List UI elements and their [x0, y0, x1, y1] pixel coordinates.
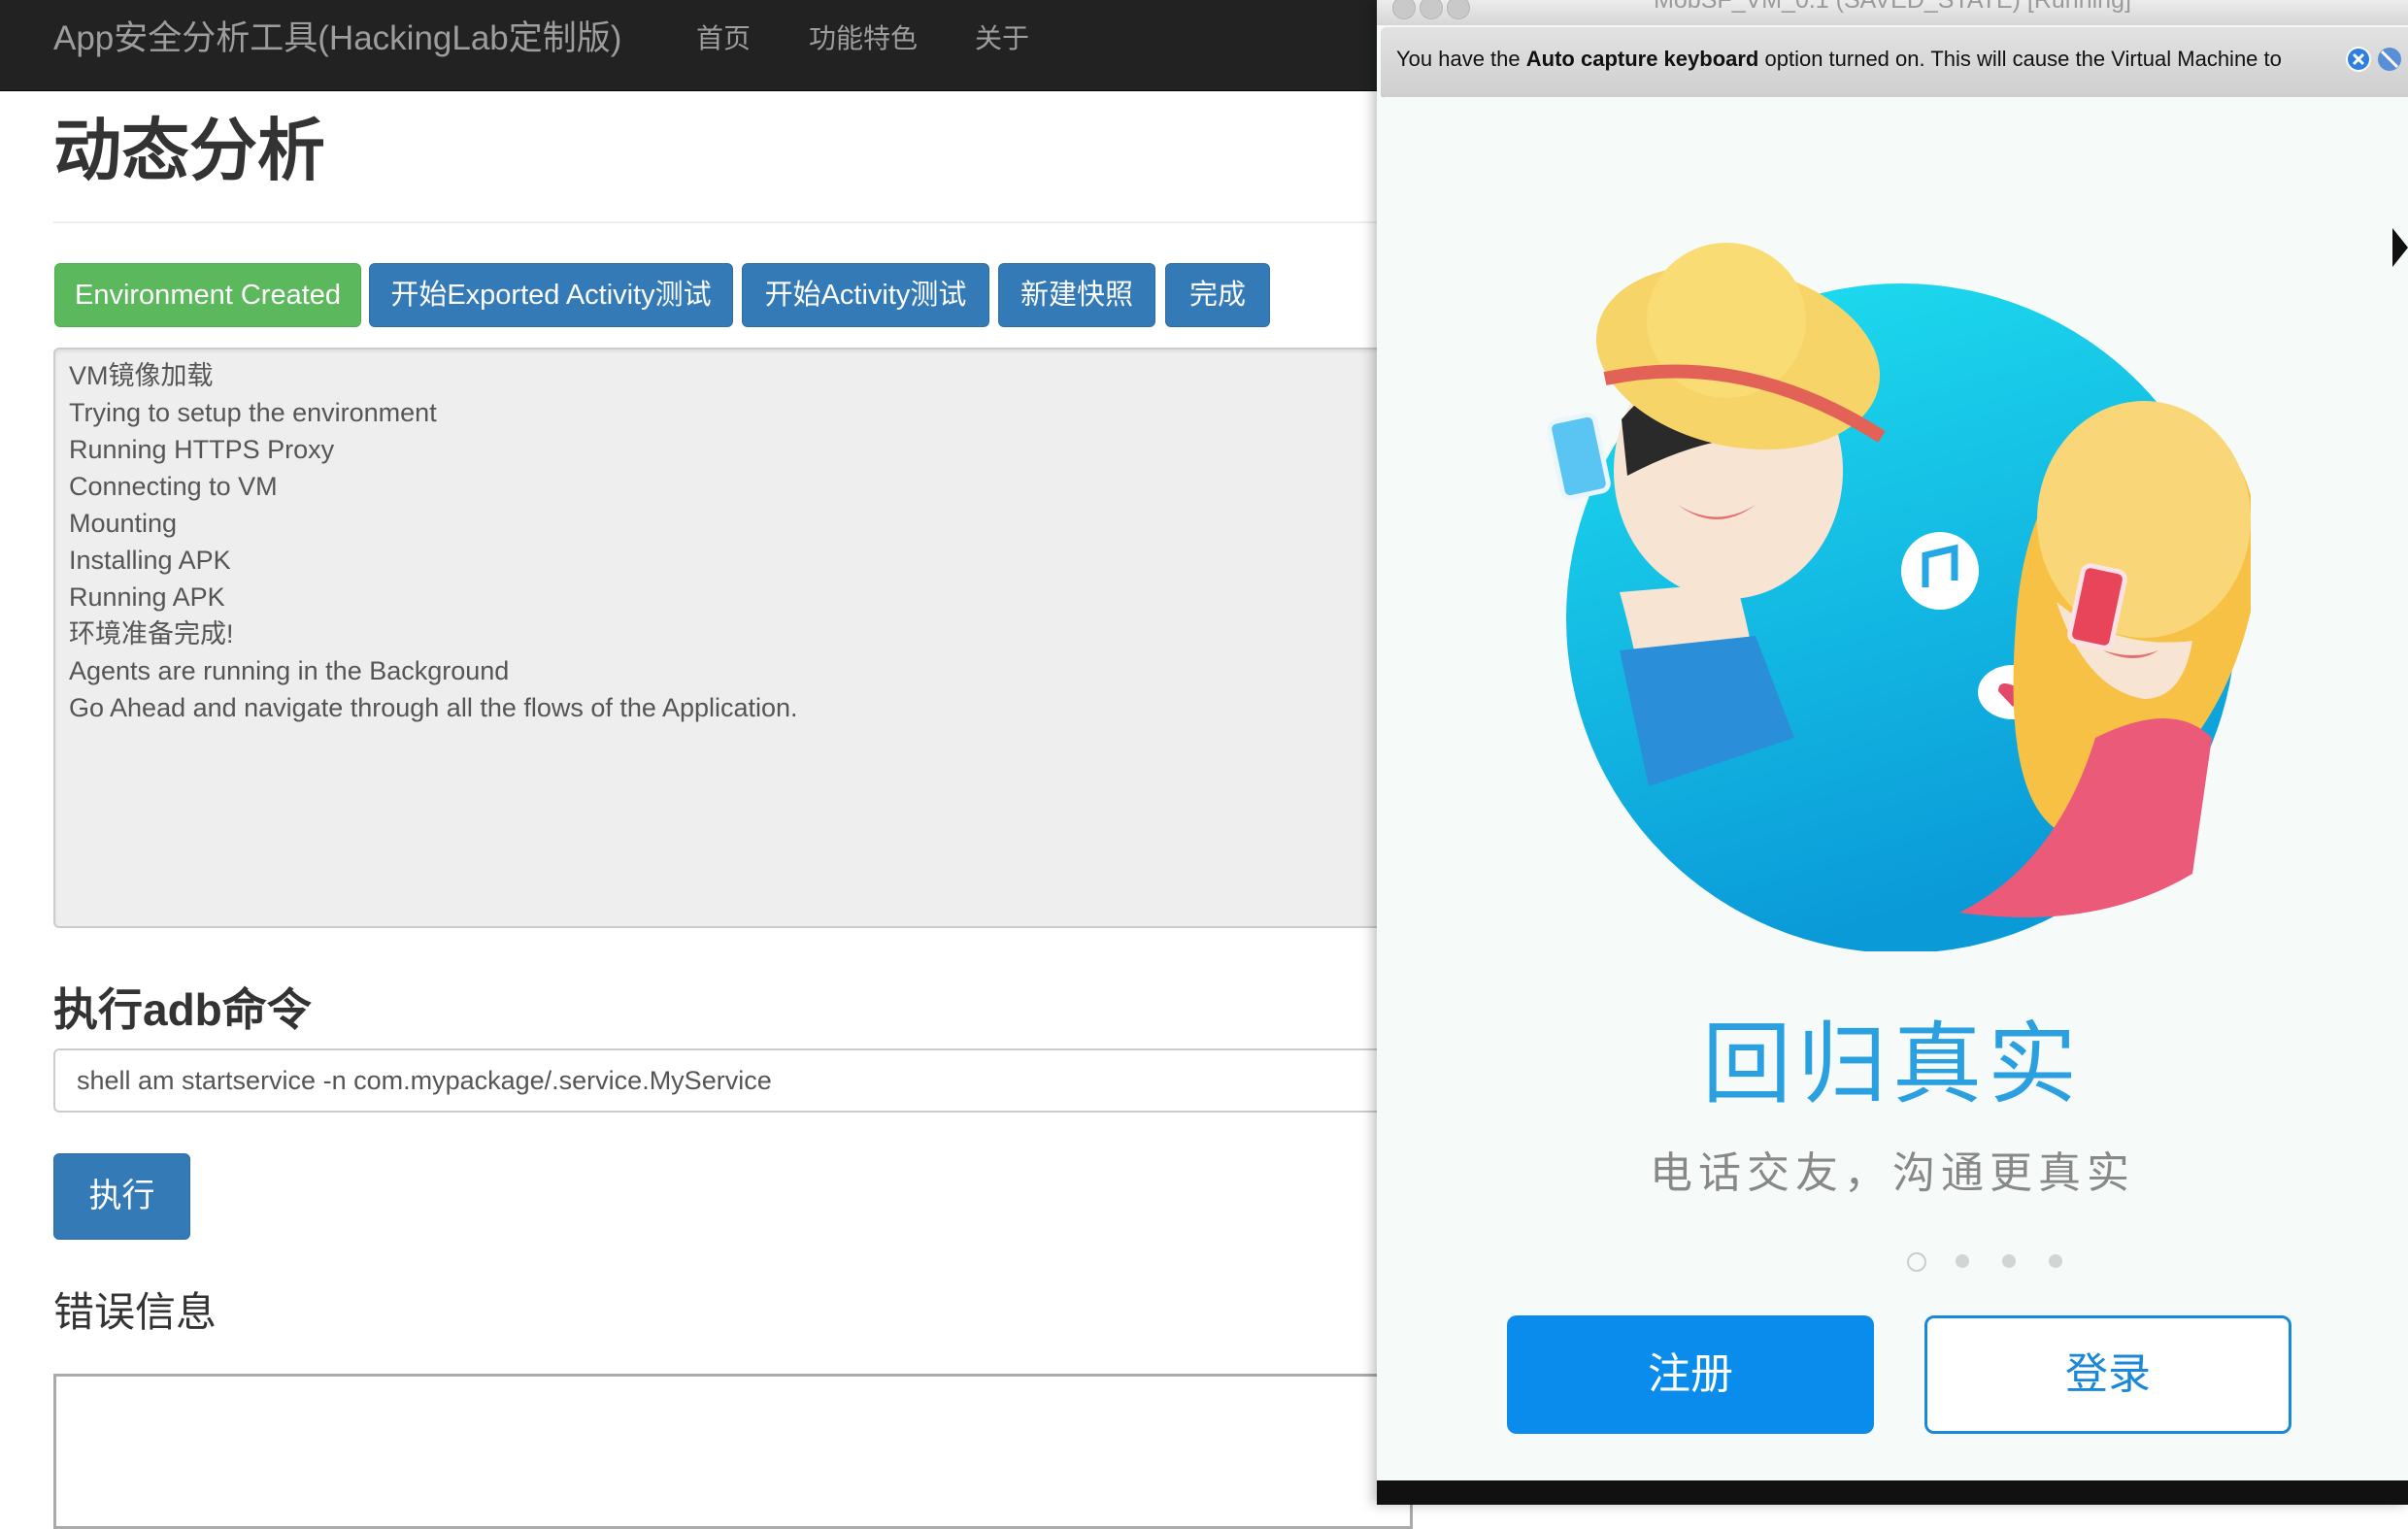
page-dot [1956, 1254, 1969, 1268]
environment-created-button[interactable]: Environment Created [54, 263, 361, 327]
log-output[interactable]: VM镜像加载 Trying to setup the environment R… [53, 348, 1413, 928]
register-button[interactable]: 注册 [1507, 1315, 1874, 1434]
page-dot [2002, 1254, 2016, 1268]
log-line: Go Ahead and navigate through all the fl… [69, 693, 798, 722]
android-navigation-bar [1377, 1480, 2408, 1505]
info-icon[interactable] [2346, 47, 2371, 72]
nav-features[interactable]: 功能特色 [809, 0, 918, 78]
notice-text: You have the Auto capture keyboard optio… [1396, 47, 2282, 71]
log-line: Agents are running in the Background [69, 656, 510, 685]
welcome-illustration [1547, 243, 2251, 951]
vm-window[interactable]: MobSF_VM_0.1 (SAVED_STATE) [Running] You… [1377, 0, 2408, 1505]
page-dot [2049, 1254, 2062, 1268]
log-line: VM镜像加载 [69, 361, 214, 390]
vm-window-title: MobSF_VM_0.1 (SAVED_STATE) [Running] [1654, 0, 2131, 14]
top-navbar: App安全分析工具(HackingLab定制版) 首页 功能特色 关于 [0, 0, 1379, 91]
app-subtitle: 电话交友，沟通更真实 [1650, 1149, 2135, 1197]
activity-test-button[interactable]: 开始Activity测试 [742, 263, 989, 327]
execute-button[interactable]: 执行 [53, 1153, 190, 1240]
log-line: Running HTTPS Proxy [69, 435, 335, 464]
mouse-cursor-icon [2392, 228, 2408, 267]
log-line: Installing APK [69, 546, 231, 575]
android-app-screen[interactable]: 回归真实 电话交友，沟通更真实 注册 登录 [1377, 97, 2408, 1480]
log-line: Mounting [69, 509, 178, 538]
nav-about[interactable]: 关于 [975, 0, 1029, 78]
divider [53, 221, 1379, 223]
log-line: Trying to setup the environment [69, 398, 437, 427]
log-line: Connecting to VM [69, 472, 278, 501]
done-button[interactable]: 完成 [1165, 263, 1270, 327]
log-line: 环境准备完成! [69, 619, 234, 648]
brand-link[interactable]: App安全分析工具(HackingLab定制版) [53, 0, 621, 78]
error-output[interactable] [53, 1374, 1413, 1529]
app-title: 回归真实 [1701, 1013, 2083, 1116]
error-section-title: 错误信息 [53, 1289, 217, 1335]
keyboard-capture-notice: You have the Auto capture keyboard optio… [1381, 27, 2408, 99]
mute-notice-icon[interactable] [2377, 47, 2402, 72]
vm-titlebar[interactable]: MobSF_VM_0.1 (SAVED_STATE) [Running] [1377, 0, 2408, 25]
log-line: Running APK [69, 582, 225, 612]
page-dot-active [1907, 1252, 1926, 1272]
exported-activity-test-button[interactable]: 开始Exported Activity测试 [369, 263, 733, 327]
adb-command-input[interactable] [53, 1048, 1413, 1113]
adb-section-title: 执行adb命令 [53, 984, 312, 1035]
nav-home[interactable]: 首页 [696, 0, 751, 78]
new-snapshot-button[interactable]: 新建快照 [998, 263, 1155, 327]
page-title: 动态分析 [53, 113, 325, 188]
login-button[interactable]: 登录 [1924, 1315, 2291, 1434]
